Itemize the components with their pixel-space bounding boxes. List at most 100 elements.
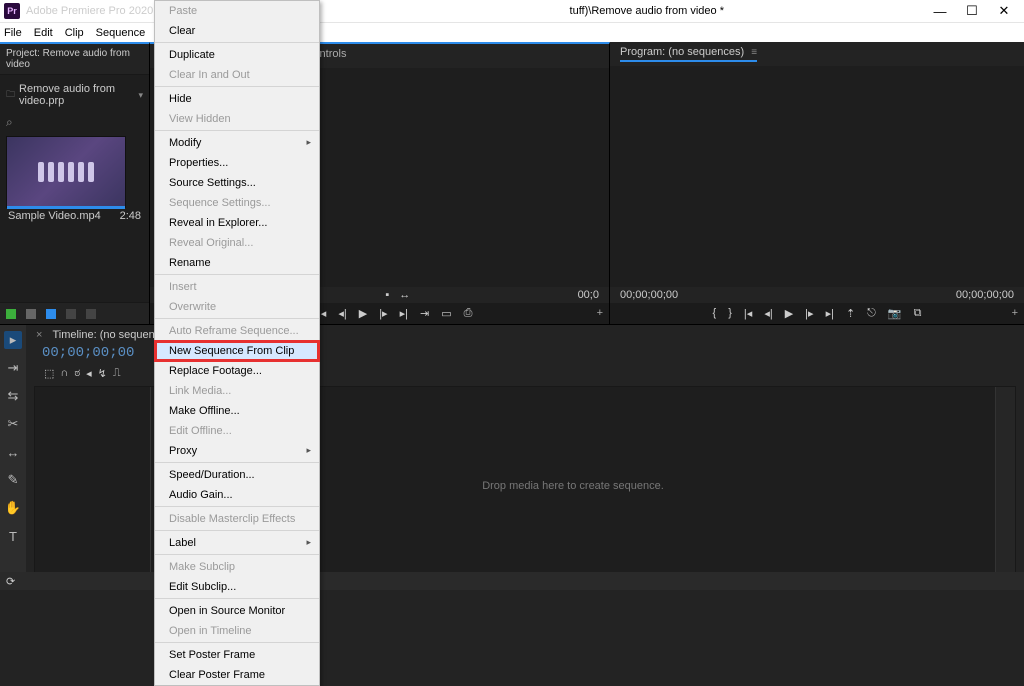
context-item-auto-reframe-sequence: Auto Reframe Sequence... — [155, 321, 319, 341]
list-view-icon[interactable] — [26, 309, 36, 319]
context-item-set-poster-frame[interactable]: Set Poster Frame — [155, 645, 319, 665]
context-item-edit-subclip[interactable]: Edit Subclip... — [155, 577, 319, 599]
context-item-proxy[interactable]: Proxy — [155, 441, 319, 463]
minimize-button[interactable]: — — [924, 4, 956, 19]
panel-menu-icon[interactable]: ≡ — [751, 47, 757, 58]
maximize-button[interactable]: ☐ — [956, 3, 988, 19]
context-item-audio-gain[interactable]: Audio Gain... — [155, 485, 319, 507]
hand-tool-icon[interactable]: ✋ — [4, 499, 22, 517]
add-button-icon[interactable]: + — [597, 307, 603, 319]
insert-icon[interactable]: ⇥ — [420, 307, 429, 320]
step-fwd-icon[interactable]: |▸ — [805, 307, 813, 320]
play-icon[interactable]: ▶ — [785, 307, 793, 320]
go-out-icon[interactable]: ▸| — [826, 307, 834, 320]
pen-tool-icon[interactable]: ✎ — [4, 471, 22, 489]
folder-icon: 🗀 — [6, 87, 15, 103]
zoom-slider[interactable] — [86, 309, 96, 319]
fit-icon[interactable]: ▪ — [385, 289, 389, 301]
project-filename: Remove audio from video.prp — [19, 83, 134, 107]
sync-icon: ⟳ — [6, 575, 15, 588]
context-item-disable-masterclip-effects: Disable Masterclip Effects — [155, 509, 319, 531]
close-tab-icon[interactable]: × — [36, 329, 42, 341]
context-item-source-settings[interactable]: Source Settings... — [155, 173, 319, 193]
timeline-tab[interactable]: Timeline: (no sequence — [52, 329, 166, 341]
context-item-label[interactable]: Label — [155, 533, 319, 555]
toggle-icon[interactable]: ◂ — [86, 367, 92, 380]
step-fwd-icon[interactable]: |▸ — [379, 307, 387, 320]
context-item-replace-footage[interactable]: Replace Footage... — [155, 361, 319, 381]
context-item-rename[interactable]: Rename — [155, 253, 319, 275]
context-item-make-offline[interactable]: Make Offline... — [155, 401, 319, 421]
comparison-icon[interactable]: ⧉ — [914, 307, 922, 320]
context-item-hide[interactable]: Hide — [155, 89, 319, 109]
context-item-reveal-in-explorer[interactable]: Reveal in Explorer... — [155, 213, 319, 233]
pen-icon[interactable] — [6, 309, 16, 319]
toggle-icon[interactable]: ⎍ — [113, 367, 121, 380]
program-tc-right: 00;00;00;00 — [956, 289, 1014, 301]
clip-thumbnail[interactable] — [6, 136, 126, 208]
context-item-speed-duration[interactable]: Speed/Duration... — [155, 465, 319, 485]
context-item-duplicate[interactable]: Duplicate — [155, 45, 319, 65]
context-item-new-sequence-from-clip[interactable]: New Sequence From Clip — [155, 341, 319, 361]
go-out-icon[interactable]: ▸| — [400, 307, 408, 320]
menu-edit[interactable]: Edit — [34, 27, 53, 39]
context-item-open-in-source-monitor[interactable]: Open in Source Monitor — [155, 601, 319, 621]
go-in-icon[interactable]: |◂ — [744, 307, 752, 320]
toggle-icon[interactable]: ⬚ — [44, 367, 54, 380]
timeline-faders[interactable] — [995, 387, 1015, 585]
close-button[interactable]: ✕ — [988, 3, 1020, 19]
context-item-edit-offline: Edit Offline... — [155, 421, 319, 441]
context-menu: PasteClearDuplicateClear In and OutHideV… — [154, 0, 320, 686]
razor-tool-icon[interactable]: ✂ — [4, 415, 22, 433]
context-item-modify[interactable]: Modify — [155, 133, 319, 153]
window-title-extra: tuff)\Remove audio from video * — [570, 5, 724, 17]
add-button-icon[interactable]: + — [1012, 307, 1018, 319]
project-file-row[interactable]: 🗀 Remove audio from video.prp ▾ — [6, 81, 143, 109]
freeform-view-icon[interactable] — [66, 309, 76, 319]
project-footer — [0, 302, 149, 324]
tools-panel: ▸ ⇥ ⇆ ✂ ↔ ✎ ✋ T — [0, 325, 26, 590]
step-back-icon[interactable]: ◂| — [764, 307, 772, 320]
toggle-icon[interactable]: ಠ — [74, 367, 80, 380]
context-item-sequence-settings: Sequence Settings... — [155, 193, 319, 213]
toggle-icon[interactable]: ↯ — [98, 367, 107, 380]
play-icon[interactable]: ▶ — [359, 307, 367, 320]
context-item-insert: Insert — [155, 277, 319, 297]
context-item-clear-in-and-out: Clear In and Out — [155, 65, 319, 87]
mark-out-icon[interactable]: } — [728, 307, 732, 320]
context-item-properties[interactable]: Properties... — [155, 153, 319, 173]
step-back-icon[interactable]: ◂| — [338, 307, 346, 320]
selection-tool-icon[interactable]: ▸ — [4, 331, 22, 349]
program-view — [610, 66, 1024, 287]
chevron-down-icon: ▾ — [138, 90, 143, 101]
ripple-tool-icon[interactable]: ⇆ — [4, 387, 22, 405]
project-tab[interactable]: Project: Remove audio from video — [0, 44, 149, 75]
grid-view-icon[interactable] — [46, 309, 56, 319]
context-item-link-media: Link Media... — [155, 381, 319, 401]
app-icon: Pr — [4, 3, 20, 19]
export-frame-icon[interactable]: 📷 — [888, 307, 902, 320]
program-tc-left: 00;00;00;00 — [620, 289, 678, 301]
menu-sequence[interactable]: Sequence — [96, 27, 146, 39]
context-item-overwrite: Overwrite — [155, 297, 319, 319]
tab-program[interactable]: Program: (no sequences) ≡ — [620, 46, 757, 62]
toggle-icon[interactable]: ∩ — [60, 367, 68, 380]
overwrite-icon[interactable]: ▭ — [441, 307, 451, 320]
context-item-clear[interactable]: Clear — [155, 21, 319, 43]
export-frame-icon[interactable]: ⎙ — [464, 307, 473, 320]
search-icon[interactable]: ⌕ — [6, 115, 143, 130]
program-transport: { } |◂ ◂| ▶ |▸ ▸| ⇡ ⎋ 📷 ⧉ + — [610, 303, 1024, 324]
menu-file[interactable]: File — [4, 27, 22, 39]
type-tool-icon[interactable]: T — [4, 527, 22, 545]
timeline-timecode[interactable]: 00;00;00;00 — [42, 345, 134, 361]
slip-tool-icon[interactable]: ↔ — [4, 443, 22, 461]
lift-icon[interactable]: ⇡ — [846, 307, 855, 320]
menu-clip[interactable]: Clip — [65, 27, 84, 39]
context-item-clear-poster-frame[interactable]: Clear Poster Frame — [155, 665, 319, 685]
mark-in-icon[interactable]: { — [713, 307, 717, 320]
half-icon[interactable]: ↔ — [399, 289, 410, 301]
track-select-tool-icon[interactable]: ⇥ — [4, 359, 22, 377]
extract-icon[interactable]: ⎋ — [867, 307, 876, 320]
clip-duration: 2:48 — [120, 210, 141, 222]
context-item-make-subclip: Make Subclip — [155, 557, 319, 577]
